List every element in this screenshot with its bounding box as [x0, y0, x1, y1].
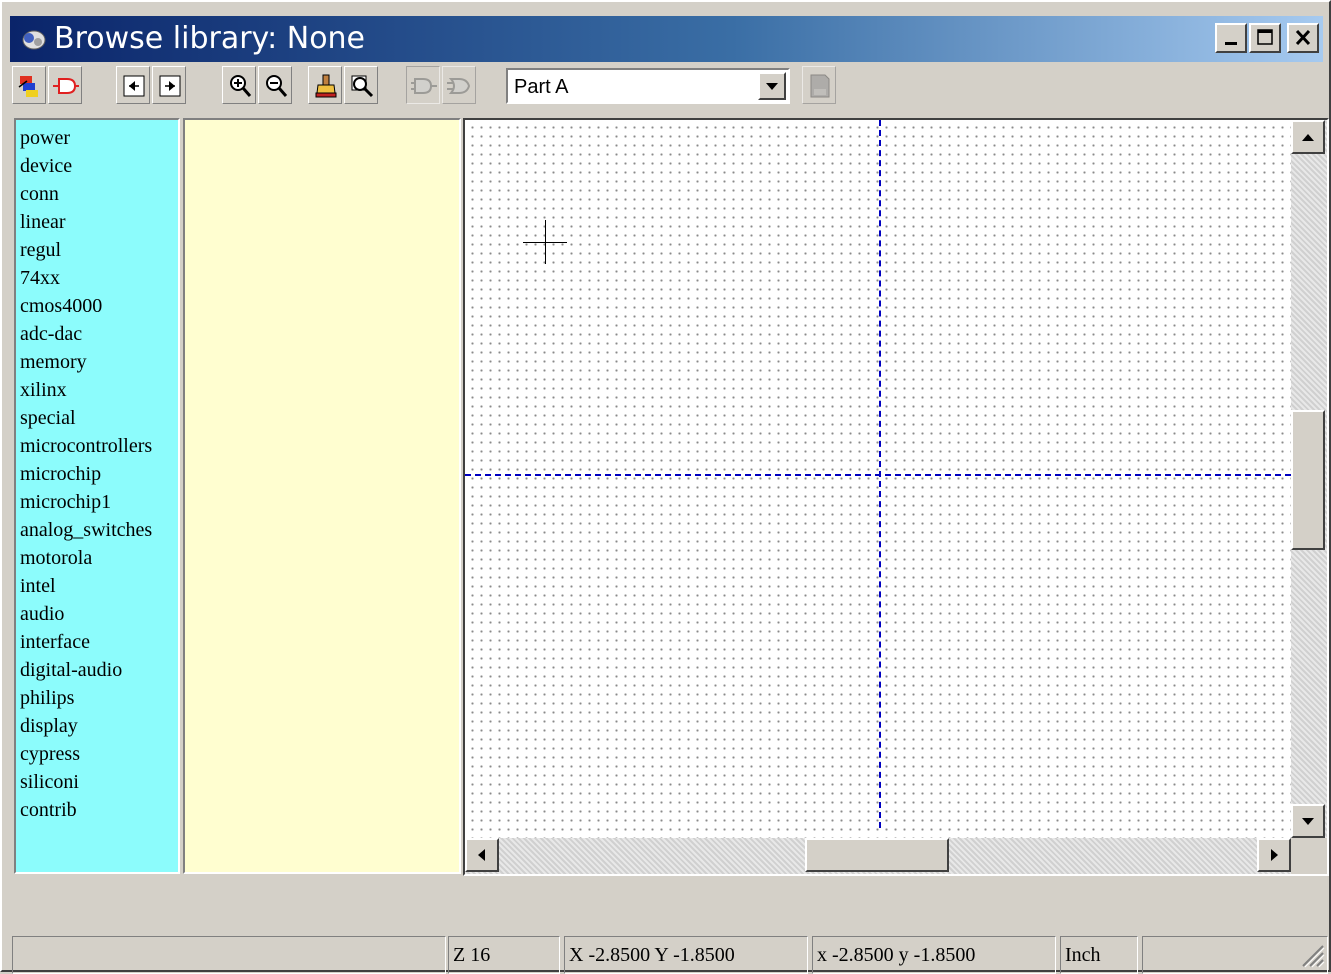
- title-bar[interactable]: Browse library: None: [10, 16, 1323, 62]
- scroll-down-button[interactable]: [1291, 804, 1325, 838]
- previous-part-button[interactable]: [116, 66, 150, 104]
- library-browser-window: Browse library: None Part A power device…: [0, 0, 1331, 974]
- close-button[interactable]: [1287, 23, 1319, 53]
- arrow-up-icon: [1302, 134, 1314, 141]
- horizontal-scrollbar[interactable]: [465, 838, 1291, 874]
- status-message: [12, 936, 446, 974]
- redraw-button[interactable]: [308, 66, 342, 104]
- library-item[interactable]: motorola: [20, 544, 92, 572]
- drawing-canvas[interactable]: [465, 120, 1291, 838]
- library-item[interactable]: power: [20, 124, 70, 152]
- part-select-value: Part A: [514, 76, 569, 98]
- window-title: Browse library: None: [54, 21, 366, 56]
- maximize-icon: [1257, 29, 1273, 45]
- body-style-demorgan-icon: [447, 78, 471, 94]
- close-icon: [1295, 29, 1311, 46]
- library-item[interactable]: intel: [20, 572, 56, 600]
- chevron-down-icon: [766, 83, 778, 90]
- library-item[interactable]: microchip: [20, 460, 101, 488]
- zoom-out-icon: [266, 75, 288, 97]
- horizontal-scroll-thumb[interactable]: [805, 838, 949, 872]
- library-item[interactable]: display: [20, 712, 78, 740]
- select-library-button[interactable]: [12, 66, 46, 104]
- pdf-doc-icon: [810, 74, 830, 98]
- previous-part-icon: [123, 75, 145, 97]
- scroll-right-button[interactable]: [1257, 838, 1291, 872]
- arrow-down-icon: [1302, 818, 1314, 825]
- library-item[interactable]: conn: [20, 180, 59, 208]
- body-style-normal-button[interactable]: [406, 66, 440, 104]
- component-icon: [53, 78, 79, 94]
- library-item[interactable]: microcontrollers: [20, 432, 152, 460]
- library-list[interactable]: power device conn linear regul 74xx cmos4000 ad…: [14, 118, 180, 874]
- library-item[interactable]: linear: [20, 208, 66, 236]
- arrow-right-icon: [1271, 849, 1278, 861]
- zoom-in-button[interactable]: [222, 66, 256, 104]
- part-select-combo[interactable]: Part A: [506, 68, 790, 104]
- library-item[interactable]: device: [20, 152, 72, 180]
- drawing-area: [463, 118, 1329, 876]
- toolbar: Part A: [10, 64, 1323, 114]
- status-absolute-coords: X -2.8500 Y -1.8500: [564, 936, 808, 974]
- library-item[interactable]: analog_switches: [20, 516, 152, 544]
- body-style-demorgan-button[interactable]: [442, 66, 476, 104]
- scrollbar-corner: [1291, 838, 1327, 874]
- library-item[interactable]: microchip1: [20, 488, 111, 516]
- library-item[interactable]: interface: [20, 628, 90, 656]
- redraw-icon: [315, 74, 337, 98]
- next-part-button[interactable]: [152, 66, 186, 104]
- vertical-scroll-thumb[interactable]: [1291, 410, 1325, 550]
- library-item[interactable]: special: [20, 404, 76, 432]
- zoom-auto-button[interactable]: [344, 66, 378, 104]
- resize-grip-icon[interactable]: [1297, 940, 1325, 968]
- status-units: Inch: [1060, 936, 1138, 974]
- library-item[interactable]: 74xx: [20, 264, 60, 292]
- library-item[interactable]: philips: [20, 684, 74, 712]
- zoom-fit-icon: [351, 75, 374, 98]
- zoom-in-icon: [230, 75, 252, 97]
- status-zoom: Z 16: [448, 936, 560, 974]
- scroll-up-button[interactable]: [1291, 120, 1325, 154]
- next-part-icon: [159, 75, 181, 97]
- component-list[interactable]: [183, 118, 461, 874]
- library-item[interactable]: cmos4000: [20, 292, 102, 320]
- library-item[interactable]: digital-audio: [20, 656, 122, 684]
- x-axis-line: [465, 474, 1291, 476]
- zoom-out-button[interactable]: [258, 66, 292, 104]
- library-icon: [18, 76, 38, 97]
- library-item[interactable]: xilinx: [20, 376, 67, 404]
- library-item[interactable]: adc-dac: [20, 320, 82, 348]
- library-item[interactable]: cypress: [20, 740, 80, 768]
- app-icon: [22, 30, 46, 50]
- arrow-left-icon: [478, 849, 485, 861]
- body-style-normal-icon: [411, 78, 437, 94]
- status-relative-coords: x -2.8500 y -1.8500: [812, 936, 1056, 974]
- vertical-scrollbar[interactable]: [1291, 120, 1327, 838]
- part-select-dropdown-button[interactable]: [758, 72, 786, 100]
- library-item[interactable]: audio: [20, 600, 64, 628]
- library-item[interactable]: contrib: [20, 796, 77, 824]
- library-item[interactable]: memory: [20, 348, 87, 376]
- maximize-button[interactable]: [1249, 23, 1281, 53]
- library-item[interactable]: regul: [20, 236, 61, 264]
- view-doc-button[interactable]: [802, 66, 836, 104]
- scroll-left-button[interactable]: [465, 838, 499, 872]
- select-part-button[interactable]: [48, 66, 82, 104]
- minimize-icon: [1225, 42, 1237, 45]
- library-item[interactable]: siliconi: [20, 768, 79, 796]
- crosshair-cursor-vertical: [545, 220, 546, 264]
- minimize-button[interactable]: [1215, 23, 1247, 53]
